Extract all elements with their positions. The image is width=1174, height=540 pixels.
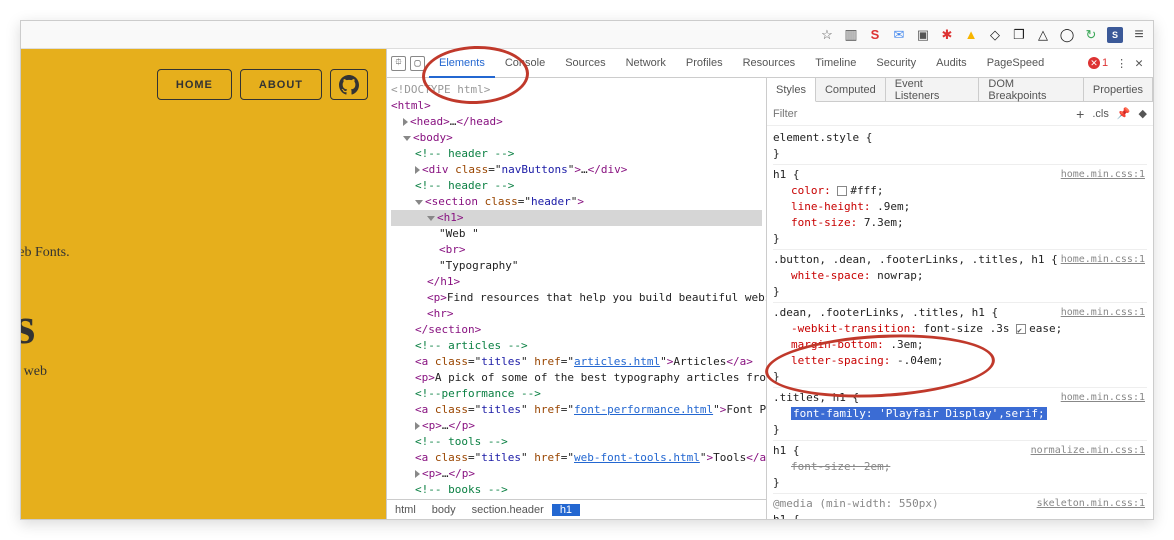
src-link[interactable]: home.min.css:1 (1061, 305, 1145, 321)
sync-icon[interactable]: ↻ (1083, 27, 1099, 43)
devtools-close-icon[interactable]: ✕ (1135, 56, 1143, 71)
inspect-element-icon[interactable]: ⯐ (391, 56, 406, 71)
src-link[interactable]: home.min.css:1 (1061, 390, 1145, 406)
src-link[interactable]: home.min.css:1 (1061, 167, 1145, 183)
error-badge[interactable]: ✕1 (1088, 57, 1108, 69)
hero-subtext: ebsites using Web Fonts. (21, 245, 386, 261)
rule-dean-group: home.min.css:1 .dean, .footerLinks, .tit… (773, 302, 1147, 387)
rule-button-group: home.min.css:1 .button, .dean, .footerLi… (773, 249, 1147, 302)
tab-timeline[interactable]: Timeline (805, 49, 866, 78)
rule-h1-1: home.min.css:1 h1 { color: #fff; line-he… (773, 164, 1147, 249)
square-icon[interactable]: ◇ (987, 27, 1003, 43)
stab-dom-breakpoints[interactable]: DOM Breakpoints (979, 78, 1083, 101)
tab-profiles[interactable]: Profiles (676, 49, 733, 78)
rule-skeleton-media: skeleton.min.css:1 @media (min-width: 55… (773, 493, 1147, 519)
box-icon[interactable]: ❐ (1011, 27, 1027, 43)
nav-buttons: HOME ABOUT (21, 69, 386, 100)
s-box-icon[interactable]: S (1107, 27, 1123, 43)
barcode-icon[interactable]: ▥ (843, 27, 859, 43)
stab-computed[interactable]: Computed (816, 78, 886, 101)
section-title: s (21, 297, 386, 356)
hamburger-icon[interactable]: ≡ (1131, 27, 1147, 43)
device-toggle-icon[interactable]: ▢ (410, 56, 425, 71)
triangle-icon[interactable]: △ (1035, 27, 1051, 43)
tab-console[interactable]: Console (495, 49, 555, 78)
highlighted-font-family[interactable]: font-family: 'Playfair Display',serif; (791, 407, 1047, 420)
styles-pane: Styles Computed Event Listeners DOM Brea… (767, 78, 1153, 519)
github-button[interactable] (330, 69, 368, 100)
warning-icon[interactable]: ▲ (963, 27, 979, 43)
styles-filter-input[interactable] (773, 108, 853, 120)
crumb-html[interactable]: html (387, 504, 424, 516)
style-rules[interactable]: element.style { } home.min.css:1 h1 { co… (767, 126, 1153, 519)
pin-icon[interactable]: 📌 (1117, 107, 1131, 120)
tab-resources[interactable]: Resources (733, 49, 806, 78)
crumb-body[interactable]: body (424, 504, 464, 516)
breadcrumb[interactable]: html body section.header h1 (387, 499, 766, 519)
new-rule-icon[interactable]: + (1076, 106, 1084, 122)
oval-icon[interactable]: ◯ (1059, 27, 1075, 43)
tab-elements[interactable]: Elements (429, 49, 495, 78)
src-link[interactable]: home.min.css:1 (1061, 252, 1145, 268)
about-button[interactable]: ABOUT (240, 69, 322, 100)
tab-audits[interactable]: Audits (926, 49, 977, 78)
dom-pane: <!DOCTYPE html> <html> <head>…</head> <b… (387, 78, 767, 519)
rendered-page: HOME ABOUT phy ebsites using Web Fonts. … (21, 49, 386, 519)
src-link[interactable]: normalize.min.css:1 (1031, 443, 1145, 459)
envelope-icon[interactable]: ✉ (891, 27, 907, 43)
section-subtext: s from around the web (21, 364, 386, 380)
github-icon (339, 75, 359, 95)
styles-filter-row: + .cls 📌 ◆ (767, 102, 1153, 126)
rule-titles-h1: home.min.css:1 .titles, h1 { font-family… (773, 387, 1147, 440)
stab-event-listeners[interactable]: Event Listeners (886, 78, 980, 101)
dom-tree[interactable]: <!DOCTYPE html> <html> <head>…</head> <b… (387, 78, 766, 499)
hero-title: phy (21, 130, 386, 227)
star-icon[interactable]: ☆ (819, 27, 835, 43)
tab-security[interactable]: Security (866, 49, 926, 78)
stab-properties[interactable]: Properties (1084, 78, 1153, 101)
devtools-tabs: ⯐ ▢ Elements Console Sources Network Pro… (387, 49, 1153, 78)
bug-icon[interactable]: ✱ (939, 27, 955, 43)
devtools-menu-icon[interactable]: ⋮ (1116, 57, 1127, 70)
tab-sources[interactable]: Sources (555, 49, 615, 78)
src-link[interactable]: skeleton.min.css:1 (1037, 496, 1145, 512)
dom-h1-selected[interactable]: <h1> (391, 210, 762, 226)
s-extension-icon[interactable]: S (867, 27, 883, 43)
rule-element-style: element.style { } (773, 128, 1147, 164)
camera-icon[interactable]: ▣ (915, 27, 931, 43)
home-button[interactable]: HOME (157, 69, 232, 100)
hov-icon[interactable]: ◆ (1139, 107, 1147, 120)
crumb-h1[interactable]: h1 (552, 504, 580, 516)
stab-styles[interactable]: Styles (767, 78, 816, 102)
tab-network[interactable]: Network (616, 49, 676, 78)
rule-normalize-h1: normalize.min.css:1 h1 { font-size: 2em;… (773, 440, 1147, 493)
tab-pagespeed[interactable]: PageSpeed (977, 49, 1055, 78)
crumb-section[interactable]: section.header (464, 504, 552, 516)
cls-toggle[interactable]: .cls (1092, 108, 1109, 120)
styles-tabs: Styles Computed Event Listeners DOM Brea… (767, 78, 1153, 102)
chrome-toolbar: ☆ ▥ S ✉ ▣ ✱ ▲ ◇ ❐ △ ◯ ↻ S ≡ (21, 21, 1153, 49)
devtools: ⯐ ▢ Elements Console Sources Network Pro… (386, 49, 1153, 519)
dom-doctype[interactable]: <!DOCTYPE html> (391, 82, 762, 98)
